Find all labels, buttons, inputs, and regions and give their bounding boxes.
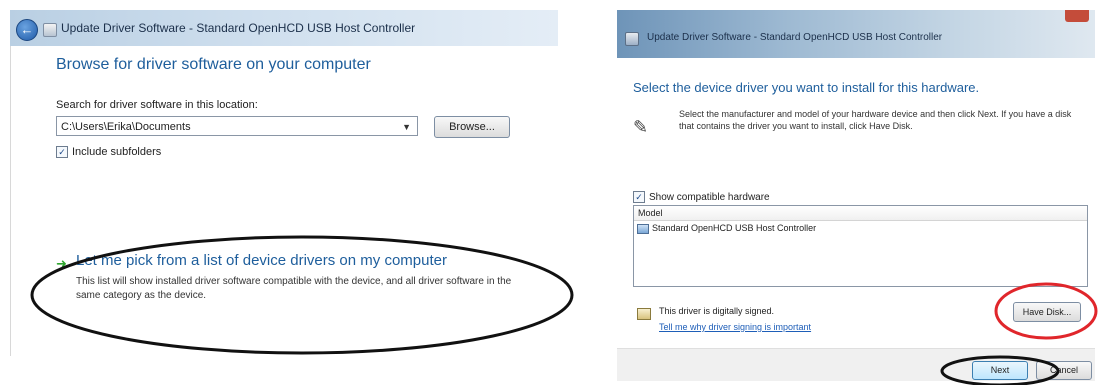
show-compatible-label: Show compatible hardware <box>649 191 770 203</box>
signed-driver-icon <box>637 308 651 320</box>
model-column-header[interactable]: Model <box>634 206 1087 221</box>
right-window-title: Update Driver Software - Standard OpenHC… <box>647 32 943 43</box>
chevron-down-icon[interactable]: ▼ <box>402 117 411 137</box>
show-compatible-checkbox[interactable]: ✓ <box>633 191 645 203</box>
close-icon[interactable] <box>1065 10 1089 22</box>
right-page-heading: Select the device driver you want to ins… <box>633 80 980 95</box>
left-content-area <box>10 46 558 356</box>
path-combobox[interactable]: C:\Users\Erika\Documents ▼ <box>56 116 418 136</box>
instructions-text: Select the manufacturer and model of you… <box>679 109 1072 131</box>
left-dialog-window: ← Update Driver Software - Standard Open… <box>10 10 558 356</box>
include-subfolders-label: Include subfolders <box>72 146 162 158</box>
back-arrow-icon[interactable]: ← <box>16 19 38 41</box>
usb-device-icon <box>637 223 649 234</box>
left-page-heading: Browse for driver software on your compu… <box>56 56 371 73</box>
browse-button[interactable]: Browse... <box>434 116 510 138</box>
include-subfolders-row[interactable]: ✓ Include subfolders <box>56 146 161 158</box>
next-button[interactable]: Next <box>972 361 1028 380</box>
device-manager-icon <box>43 23 57 37</box>
cancel-button[interactable]: Cancel <box>1036 361 1092 380</box>
model-name: Standard OpenHCD USB Host Controller <box>652 223 817 233</box>
signed-status-text: This driver is digitally signed. <box>659 306 775 316</box>
left-title-bar: ← Update Driver Software - Standard Open… <box>10 10 558 46</box>
search-location-label: Search for driver software in this locat… <box>56 99 258 111</box>
right-dialog-window: Update Driver Software - Standard OpenHC… <box>617 10 1095 381</box>
model-list[interactable]: Model Standard OpenHCD USB Host Controll… <box>633 205 1088 287</box>
show-compatible-row[interactable]: ✓ Show compatible hardware <box>633 191 770 203</box>
pick-from-list-title[interactable]: Let me pick from a list of device driver… <box>76 252 447 269</box>
driver-signing-link[interactable]: Tell me why driver signing is important <box>659 322 811 332</box>
include-subfolders-checkbox[interactable]: ✓ <box>56 146 68 158</box>
right-title-bar: Update Driver Software - Standard OpenHC… <box>617 10 1095 58</box>
green-arrow-icon: ➜ <box>56 256 67 271</box>
device-manager-icon <box>625 32 639 46</box>
path-value: C:\Users\Erika\Documents <box>61 121 191 133</box>
list-item[interactable]: Standard OpenHCD USB Host Controller <box>634 221 1087 236</box>
left-window-title: Update Driver Software - Standard OpenHC… <box>61 21 416 35</box>
pick-from-list-description: This list will show installed driver sof… <box>76 276 512 301</box>
have-disk-button[interactable]: Have Disk... <box>1013 302 1081 322</box>
pen-icon: ✎ <box>633 117 649 137</box>
